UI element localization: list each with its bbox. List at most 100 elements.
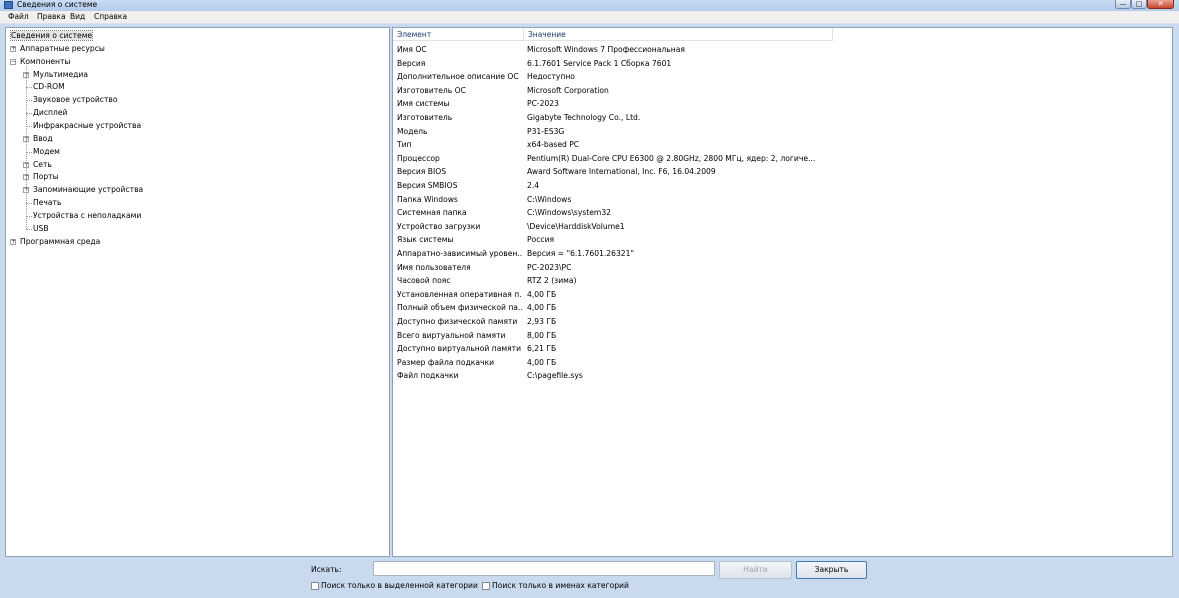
tree-item[interactable]: + Сеть [23,159,52,171]
menu-view[interactable]: Вид [70,12,85,22]
title-bar: Сведения о системе — □ ✕ [0,0,1179,11]
table-row[interactable]: Версия BIOS Award Software International,… [393,165,1172,179]
table-row[interactable]: Системная папка C:\Windows\system32 [393,206,1172,220]
cell-item: Дополнительное описание ОС [397,72,519,82]
tree-item[interactable]: Инфракрасные устройства [23,120,141,132]
table-row[interactable]: Размер файла подкачки 4,00 ГБ [393,356,1172,370]
tree-item[interactable]: CD-ROM [23,81,65,93]
table-row[interactable]: Версия 6.1.7601 Service Pack 1 Сборка 760… [393,57,1172,71]
table-row[interactable]: Изготовитель Gigabyte Technology Co., Ltd… [393,111,1172,125]
tree-item[interactable]: Модем [23,146,60,158]
column-header-value[interactable]: Значение [524,28,832,41]
column-separator[interactable] [832,28,833,41]
tree-item[interactable]: − Компоненты [10,56,70,68]
tree-item[interactable]: + Программная среда [10,236,100,248]
cell-item: Полный объем физической па... [397,303,522,313]
menu-help[interactable]: Справка [94,12,127,22]
tree-item[interactable]: + Мультимедиа [23,69,88,81]
cell-item: Имя системы [397,99,450,109]
cell-item: Системная папка [397,208,467,218]
cell-item: Папка Windows [397,194,458,204]
tree-item[interactable]: + Ввод [23,133,53,145]
table-row[interactable]: Доступно физической памяти 2,93 ГБ [393,315,1172,329]
tree-item[interactable]: Сведения о системе [9,30,94,42]
menu-edit[interactable]: Правка [37,12,66,22]
tree-item[interactable]: Дисплей [23,107,67,119]
close-window-button[interactable]: ✕ [1147,0,1174,9]
table-row[interactable]: Имя системы PC-2023 [393,97,1172,111]
cell-value: Pentium(R) Dual-Core CPU E6300 @ 2.80GHz… [527,153,816,163]
cell-value: 4,00 ГБ [527,357,557,367]
expand-icon[interactable]: + [10,238,16,245]
table-row[interactable]: Всего виртуальной памяти 8,00 ГБ [393,329,1172,343]
cell-value: Версия = "6.1.7601.26321" [527,249,634,258]
tree-item[interactable]: Печать [23,197,61,209]
tree-item-label: Запоминающие устройства [33,185,144,195]
table-row[interactable]: Установленная оперативная п... 4,00 ГБ [393,288,1172,302]
collapse-icon[interactable]: − [10,58,16,65]
table-row[interactable]: Аппаратно-зависимый уровен... Версия = "6… [393,247,1172,261]
table-row[interactable]: Папка Windows C:\Windows [393,193,1172,207]
menu-file[interactable]: Файл [8,12,29,22]
cell-value: 2.4 [527,181,540,190]
cell-item: Установленная оперативная п... [397,289,522,299]
selected-category-checkbox[interactable] [311,582,319,590]
details-list[interactable]: Элемент Значение Имя ОС Microsoft Windows… [392,27,1173,557]
table-row[interactable]: Дополнительное описание ОС Недоступно [393,70,1172,84]
tree-item[interactable]: Устройства с неполадками [23,210,141,222]
tree-item[interactable]: + Аппаратные ресурсы [10,43,105,55]
table-row[interactable]: Устройство загрузки \Device\HarddiskVolum… [393,220,1172,234]
minimize-button[interactable]: — [1115,0,1131,9]
cell-value: Россия [527,235,555,245]
tree-connector [26,65,27,229]
category-names-checkbox[interactable] [482,582,490,590]
cell-value: PC-2023 [527,99,559,109]
cell-item: Доступно виртуальной памяти [397,344,522,354]
table-row[interactable]: Файл подкачки C:\pagefile.sys [393,369,1172,383]
cell-item: Устройство загрузки [397,221,481,231]
tree-item[interactable]: + Запоминающие устройства [23,184,143,196]
table-row[interactable]: Доступно виртуальной памяти 6,21 ГБ [393,342,1172,356]
table-row[interactable]: Часовой пояс RTZ 2 (зима) [393,274,1172,288]
cell-value: RTZ 2 (зима) [527,276,577,286]
search-label: Искать: [311,565,342,574]
close-button[interactable]: Закрыть [796,561,867,579]
tree-item-label: Сведения о системе [9,30,94,41]
column-header-item[interactable]: Элемент [393,28,523,41]
cell-value: P31-ES3G [527,126,565,136]
tree-item-label: USB [33,223,49,233]
cell-item: Модель [397,126,428,136]
cell-item: Изготовитель ОС [397,85,466,95]
search-input[interactable] [373,561,715,576]
category-tree[interactable]: Сведения о системе + Аппаратные ресурсы − Ко… [5,27,390,557]
cell-value: 8,00 ГБ [527,330,557,340]
table-row[interactable]: Язык системы Россия [393,233,1172,247]
cell-value: Недоступно [527,72,575,82]
table-row[interactable]: Тип x64-based PC [393,138,1172,152]
cell-item: Аппаратно-зависимый уровен... [397,249,522,258]
cell-value: Microsoft Windows 7 Профессиональная [527,45,685,54]
table-row[interactable]: Изготовитель ОС Microsoft Corporation [393,84,1172,98]
selected-category-label[interactable]: Поиск только в выделенной категории [321,581,478,591]
table-row[interactable]: Версия SMBIOS 2.4 [393,179,1172,193]
cell-item: Файл подкачки [397,371,459,381]
expand-icon[interactable]: + [10,45,16,52]
table-row[interactable]: Процессор Pentium(R) Dual-Core CPU E6300 … [393,152,1172,166]
table-row[interactable]: Модель P31-ES3G [393,125,1172,139]
table-row[interactable]: Имя пользователя PC-2023\PC [393,261,1172,275]
tree-item-label: Ввод [33,133,53,143]
table-row[interactable]: Имя ОС Microsoft Windows 7 Профессиональн… [393,43,1172,57]
find-button[interactable]: Найти [719,561,792,579]
table-row[interactable]: Полный объем физической па... 4,00 ГБ [393,301,1172,315]
category-names-label[interactable]: Поиск только в именах категорий [492,581,629,591]
cell-value: 6.1.7601 Service Pack 1 Сборка 7601 [527,58,672,68]
cell-item: Доступно физической памяти [397,317,518,326]
maximize-button[interactable]: □ [1131,0,1147,9]
tree-item[interactable]: Звуковое устройство [23,94,118,106]
tree-item-label: Модем [33,146,60,156]
cell-item: Имя пользователя [397,262,471,272]
cell-value: 2,93 ГБ [527,317,557,326]
cell-value: PC-2023\PC [527,262,572,272]
tree-connector [26,228,32,230]
tree-item[interactable]: + Порты [23,171,59,183]
